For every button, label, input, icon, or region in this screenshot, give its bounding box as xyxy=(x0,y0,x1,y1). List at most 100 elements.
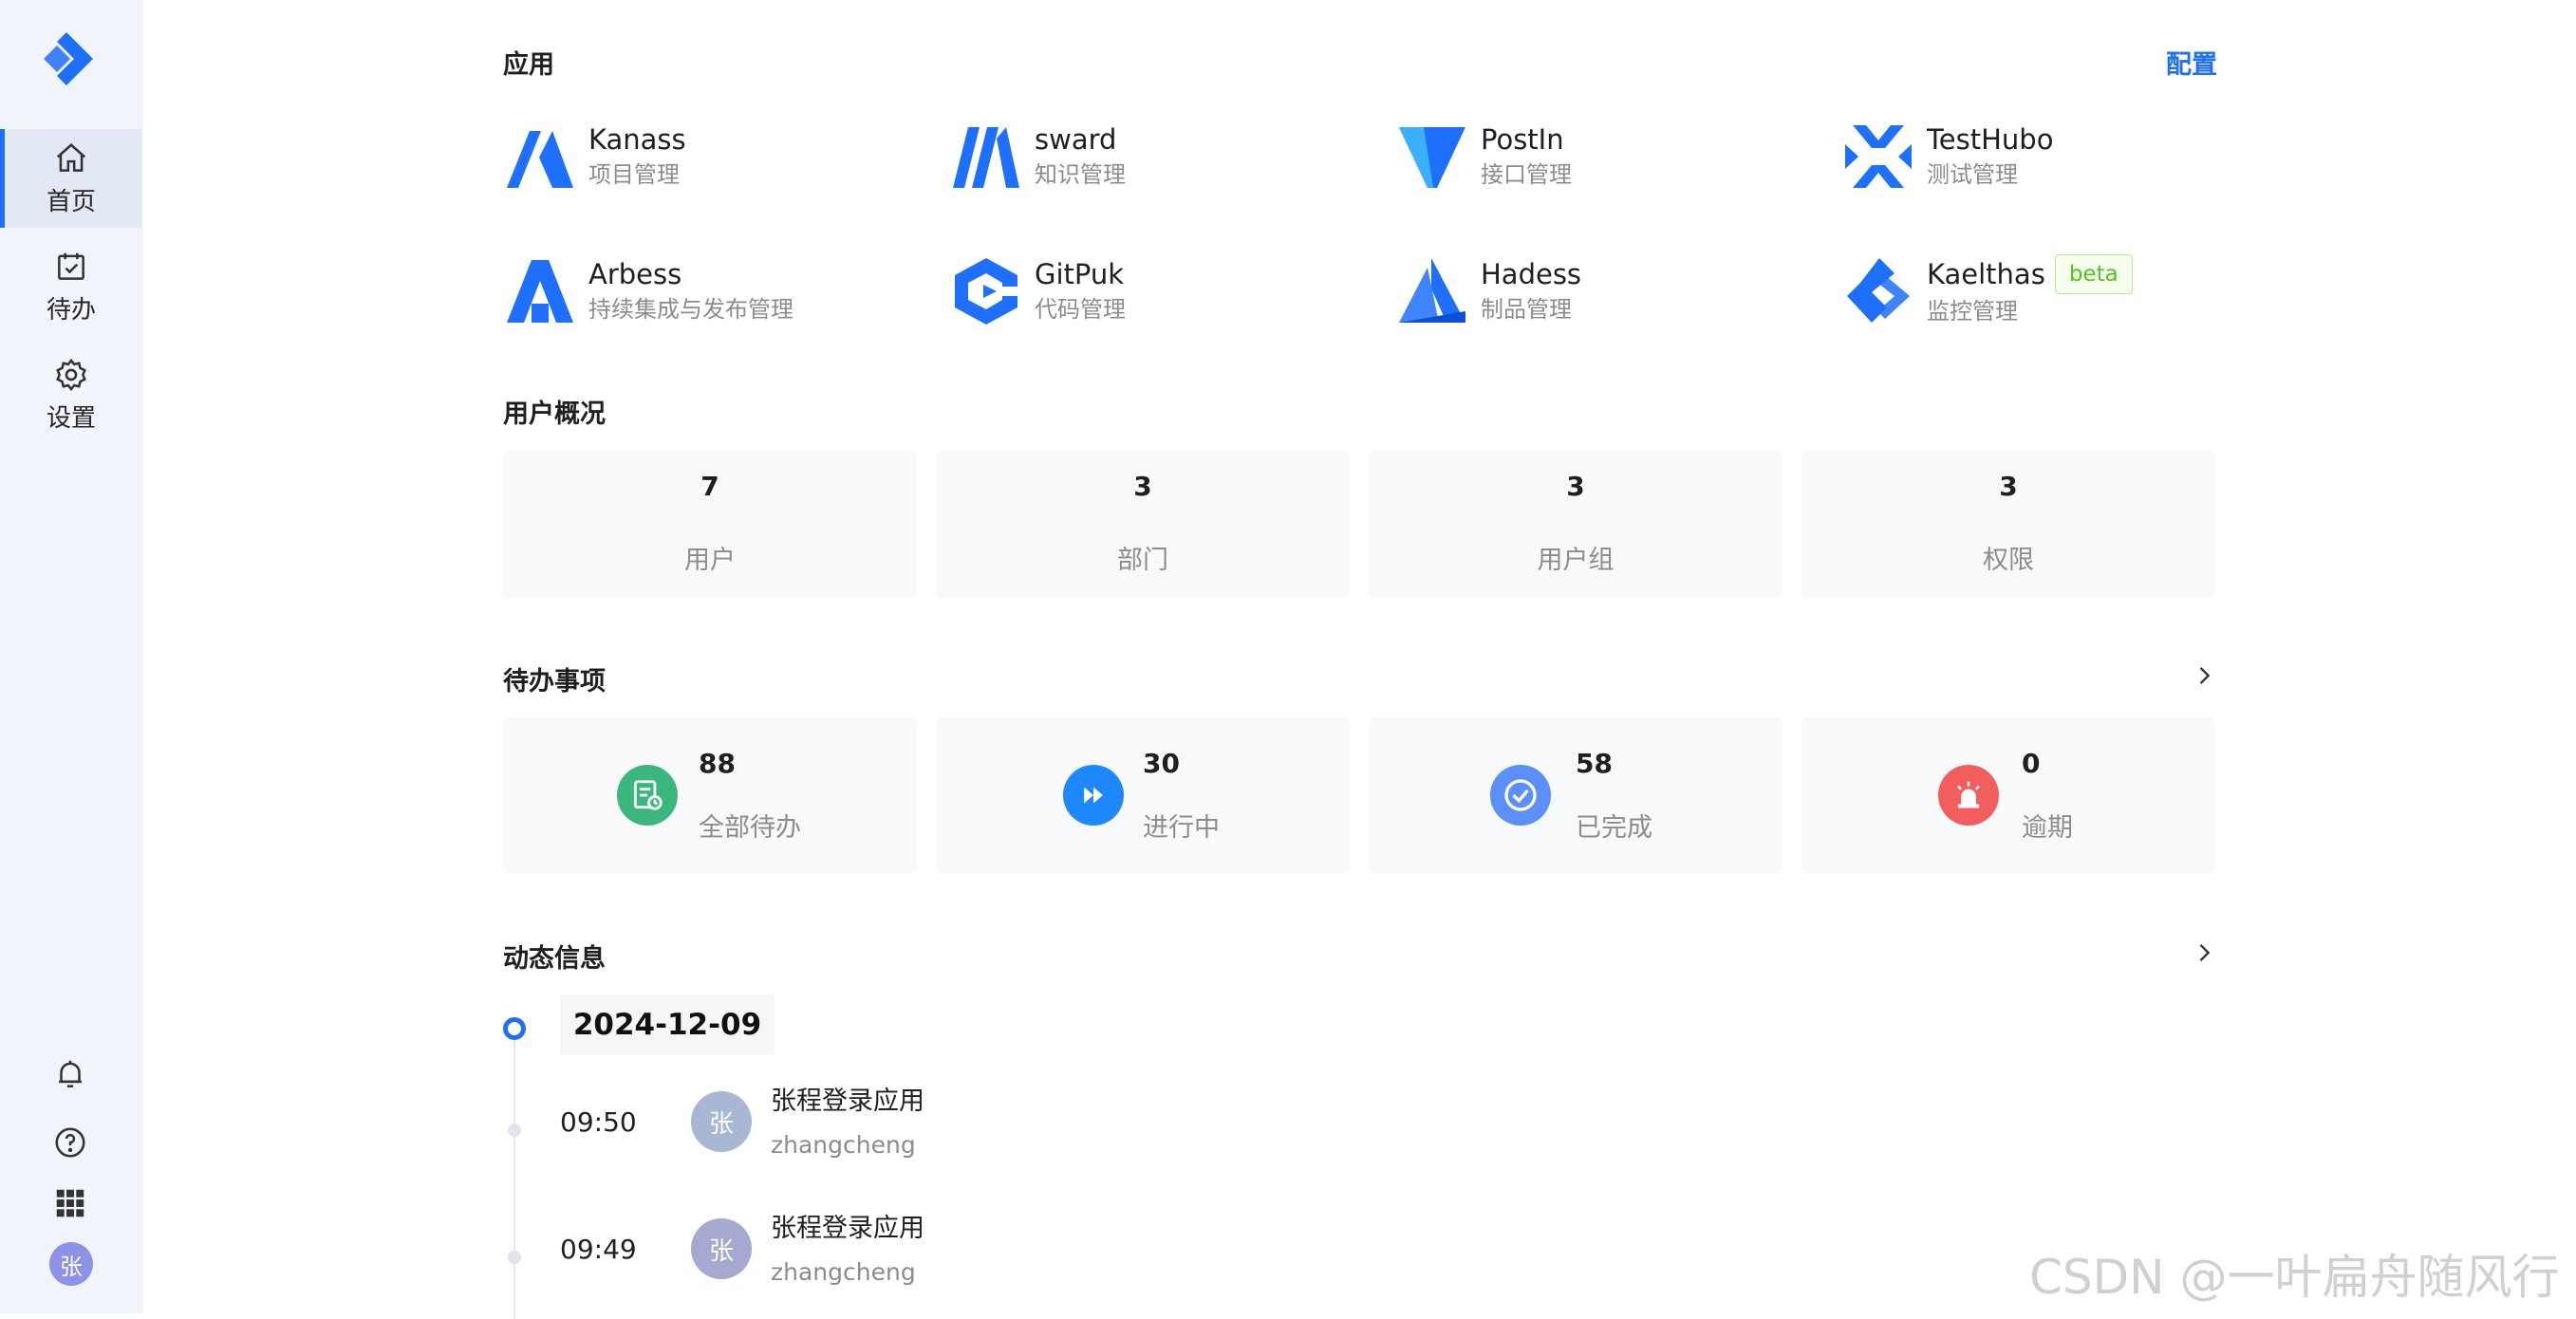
nav-item-settings[interactable]: 设置 xyxy=(0,345,142,444)
app-subtitle: 制品管理 xyxy=(1481,296,1572,323)
app-kanass[interactable]: Kanass 项目管理 xyxy=(503,114,902,199)
testhubo-logo-icon xyxy=(1845,125,1912,188)
todo-value: 88 xyxy=(699,748,736,779)
timeline-dot xyxy=(508,1251,521,1264)
gear-icon xyxy=(56,358,86,391)
app-name: PostIn xyxy=(1481,123,1564,156)
sward-logo-icon xyxy=(953,127,1019,188)
timeline-date-dot xyxy=(503,1017,526,1040)
nav-label: 设置 xyxy=(46,403,96,433)
todo-value: 30 xyxy=(1143,748,1180,779)
grid-icon xyxy=(56,1189,84,1217)
app-hadess[interactable]: Hadess 制品管理 xyxy=(1395,249,1794,334)
app-name: GitPuk xyxy=(1035,258,1125,290)
todo-card-overdue[interactable]: 0 逾期 xyxy=(1801,717,2215,873)
app-subtitle: 测试管理 xyxy=(1927,161,2018,188)
activity-avatar: 张 xyxy=(691,1218,752,1279)
todo-card-completed[interactable]: 58 已完成 xyxy=(1369,717,1783,873)
todo-label: 进行中 xyxy=(1143,813,1220,843)
activity-time: 09:50 xyxy=(560,1106,637,1138)
app-sward[interactable]: sward 知识管理 xyxy=(949,114,1348,199)
apps-grid-button[interactable] xyxy=(49,1182,91,1224)
kanass-logo-icon xyxy=(507,131,573,188)
timeline-line xyxy=(513,1034,515,1319)
activity-title[interactable]: 张程登录应用 xyxy=(771,1207,924,1244)
fast-forward-icon xyxy=(1063,765,1124,826)
app-subtitle: 持续集成与发布管理 xyxy=(588,296,793,323)
app-name: Kanass xyxy=(588,123,686,156)
app-arbess[interactable]: Arbess 持续集成与发布管理 xyxy=(503,249,902,334)
watermark: CSDN @一叶扁舟随风行 xyxy=(2029,1250,2560,1305)
timeline-date: 2024-12-09 xyxy=(560,994,775,1055)
stat-value: 7 xyxy=(700,471,719,502)
bell-icon xyxy=(59,1060,82,1087)
todo-value: 58 xyxy=(1576,748,1613,779)
app-name: TestHubo xyxy=(1927,123,2054,156)
app-subtitle: 项目管理 xyxy=(588,161,680,188)
chevron-right-icon[interactable] xyxy=(2191,939,2217,966)
stat-label: 用户组 xyxy=(1537,546,1615,575)
stat-value: 3 xyxy=(1133,471,1152,502)
stat-card-users[interactable]: 7 用户 xyxy=(503,450,917,598)
stat-card-departments[interactable]: 3 部门 xyxy=(936,450,1350,598)
stat-value: 3 xyxy=(1999,471,2018,502)
user-overview-title: 用户概况 xyxy=(503,399,606,429)
sidebar: 首页 待办 设置 张 xyxy=(0,0,142,1313)
help-icon xyxy=(55,1127,85,1158)
app-name: Hadess xyxy=(1481,258,1582,290)
todo-card-in-progress[interactable]: 30 进行中 xyxy=(936,717,1350,873)
stat-card-permissions[interactable]: 3 权限 xyxy=(1801,450,2215,598)
activity-avatar: 张 xyxy=(691,1091,752,1152)
apps-section-title: 应用 xyxy=(503,50,554,80)
todo-value: 0 xyxy=(2022,748,2041,779)
hadess-logo-icon xyxy=(1399,258,1465,323)
todo-label: 已完成 xyxy=(1576,813,1652,843)
beta-badge: beta xyxy=(2054,254,2133,294)
nav-label: 待办 xyxy=(46,295,96,325)
stat-card-user-groups[interactable]: 3 用户组 xyxy=(1369,450,1783,598)
stat-label: 用户 xyxy=(684,546,736,575)
notification-button[interactable] xyxy=(49,1053,91,1095)
alarm-icon xyxy=(1938,765,1999,826)
calendar-check-icon xyxy=(58,252,84,280)
activity-section-title: 动态信息 xyxy=(503,944,606,974)
stat-label: 权限 xyxy=(1983,546,2034,575)
help-button[interactable] xyxy=(49,1122,91,1163)
chevron-right-icon[interactable] xyxy=(2191,662,2217,689)
app-kaelthas[interactable]: Kaelthas beta 监控管理 xyxy=(1841,249,2240,334)
arbess-logo-icon xyxy=(507,260,573,323)
activity-user: zhangcheng xyxy=(771,1258,916,1286)
app-testhubo[interactable]: TestHubo 测试管理 xyxy=(1841,114,2240,199)
app-name: sward xyxy=(1035,123,1117,156)
gitpuk-logo-icon xyxy=(955,258,1017,325)
stat-label: 部门 xyxy=(1117,546,1168,575)
main-content: 应用 配置 Kanass 项目管理 sward 知识管理 PostIn 接口管理 xyxy=(503,0,2217,1319)
app-gitpuk[interactable]: GitPuk 代码管理 xyxy=(949,249,1348,334)
app-subtitle: 接口管理 xyxy=(1481,161,1572,188)
todo-card-all[interactable]: 88 全部待办 xyxy=(503,717,917,873)
app-name: Arbess xyxy=(588,258,682,290)
app-name: Kaelthas beta xyxy=(1927,254,2133,294)
nav-item-home[interactable]: 首页 xyxy=(0,129,142,228)
user-avatar[interactable]: 张 xyxy=(49,1242,93,1286)
home-icon xyxy=(56,142,86,172)
check-circle-icon xyxy=(1490,765,1551,826)
app-postin[interactable]: PostIn 接口管理 xyxy=(1395,114,1794,199)
app-name-text: Kaelthas xyxy=(1927,258,2045,290)
activity-title[interactable]: 张程登录应用 xyxy=(771,1080,924,1117)
app-subtitle: 监控管理 xyxy=(1927,298,2018,325)
nav-item-todo[interactable]: 待办 xyxy=(0,237,142,336)
timeline-dot xyxy=(508,1124,521,1137)
activity-time: 09:49 xyxy=(560,1234,637,1265)
app-subtitle: 知识管理 xyxy=(1035,161,1126,188)
todo-label: 全部待办 xyxy=(699,813,801,843)
todo-list-icon xyxy=(617,765,678,826)
config-link[interactable]: 配置 xyxy=(2166,44,2217,81)
stat-value: 3 xyxy=(1566,471,1585,502)
nav-label: 首页 xyxy=(46,187,96,216)
activity-user: zhangcheng xyxy=(771,1131,916,1159)
postin-logo-icon xyxy=(1399,127,1465,188)
todo-section-title: 待办事项 xyxy=(503,667,606,697)
app-logo-icon[interactable] xyxy=(38,30,104,87)
kaelthas-logo-icon xyxy=(1847,258,1910,323)
